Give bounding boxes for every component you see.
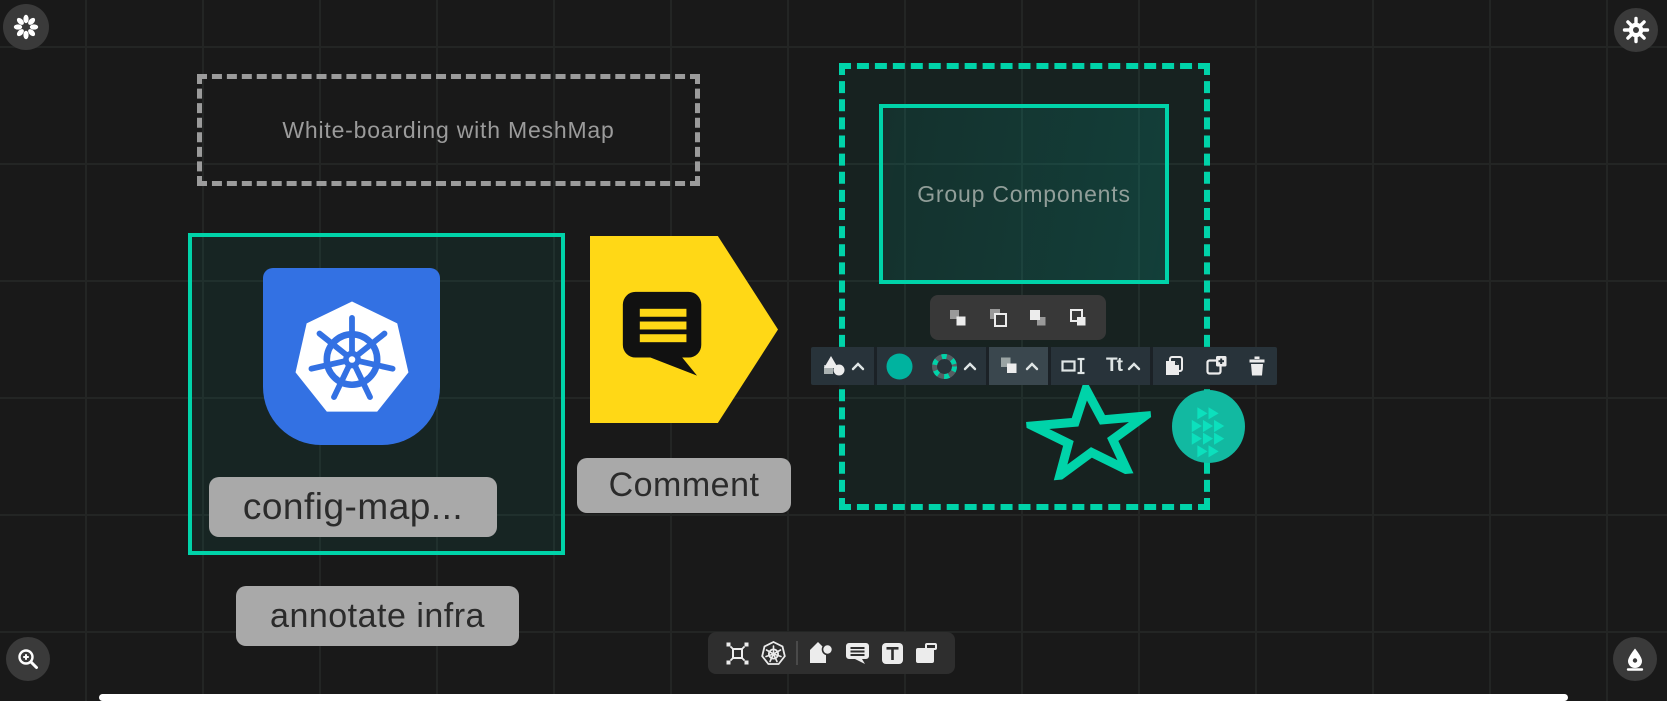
dock-separator xyxy=(796,641,798,665)
meshery-menu-button[interactable] xyxy=(3,4,49,50)
whiteboard-note-text: White-boarding with MeshMap xyxy=(282,117,614,144)
settings-gear-icon xyxy=(1622,16,1650,44)
resize-width-icon xyxy=(1060,355,1088,377)
delete-button[interactable] xyxy=(1237,347,1277,385)
speech-bubble-icon xyxy=(608,277,714,383)
text-tool-button[interactable] xyxy=(881,642,904,665)
chevron-up-icon xyxy=(1127,362,1141,371)
settings-button[interactable] xyxy=(1614,8,1658,52)
fill-color-button[interactable] xyxy=(877,347,922,385)
meshery-logo-icon xyxy=(13,14,39,40)
bring-forward-icon[interactable] xyxy=(1066,306,1090,330)
pen-ink-icon xyxy=(1623,647,1647,671)
kubernetes-logo-icon xyxy=(289,294,415,420)
layers-icon xyxy=(998,355,1020,377)
meshmap-whiteboard-canvas[interactable]: { "app": { "name": "MeshMap Whiteboard" … xyxy=(0,0,1667,701)
annotate-infra-text: annotate infra xyxy=(270,597,485,636)
chevron-up-icon xyxy=(1025,362,1039,371)
trash-icon xyxy=(1246,355,1268,377)
layer-order-button[interactable] xyxy=(989,347,1048,385)
fill-color-swatch-icon xyxy=(886,353,913,380)
infrastructure-designer-button[interactable] xyxy=(725,641,750,666)
chevron-up-icon xyxy=(963,362,977,371)
whiteboard-note-box[interactable]: White-boarding with MeshMap xyxy=(197,74,700,186)
comment-label-text: Comment xyxy=(609,466,760,505)
kubernetes-wheel-icon xyxy=(761,641,786,666)
group-components-label: Group Components xyxy=(917,181,1131,208)
copy-icon xyxy=(1162,354,1186,378)
zoom-in-icon xyxy=(16,647,40,671)
duplicate-button[interactable] xyxy=(1195,347,1237,385)
sticky-note-icon xyxy=(914,642,938,665)
comment-label[interactable]: Comment xyxy=(577,458,791,513)
bottom-tool-dock xyxy=(708,632,955,674)
shapes-cluster-icon xyxy=(820,355,846,377)
text-style-button[interactable]: Tt xyxy=(1097,347,1150,385)
chevron-up-icon xyxy=(851,362,865,371)
infrastructure-circuit-icon xyxy=(725,641,750,666)
node-label-text: config-map... xyxy=(243,486,463,528)
zoom-button[interactable] xyxy=(6,637,50,681)
bring-to-front-icon[interactable] xyxy=(986,306,1010,330)
freehand-draw-button[interactable] xyxy=(1613,637,1657,681)
layer5-hex-circle-shape[interactable] xyxy=(1172,390,1245,463)
kubernetes-config-map-shape[interactable] xyxy=(263,268,440,445)
layer-order-popup xyxy=(930,295,1106,340)
send-to-back-icon[interactable] xyxy=(1026,306,1050,330)
shape-picker-button[interactable] xyxy=(811,347,874,385)
comment-shape[interactable] xyxy=(590,236,778,423)
send-backward-icon[interactable] xyxy=(946,306,970,330)
group-components-box[interactable]: Group Components xyxy=(879,104,1169,284)
text-tool-icon xyxy=(881,642,904,665)
kubernetes-tool-button[interactable] xyxy=(761,641,786,666)
horizontal-scrollbar[interactable] xyxy=(99,694,1568,701)
sticky-note-tool-button[interactable] xyxy=(914,642,938,665)
resize-width-button[interactable] xyxy=(1051,347,1097,385)
shapes-tool-icon xyxy=(809,641,834,665)
border-style-button[interactable] xyxy=(922,347,986,385)
copy-button[interactable] xyxy=(1153,347,1195,385)
duplicate-plus-icon xyxy=(1204,354,1228,378)
comment-tool-button[interactable] xyxy=(845,641,870,665)
context-toolbar: Tt xyxy=(811,347,1277,385)
star-outline-shape[interactable] xyxy=(1023,378,1156,483)
text-style-icon: Tt xyxy=(1106,355,1122,377)
shapes-tool-button[interactable] xyxy=(809,641,834,665)
node-label-config-map[interactable]: config-map... xyxy=(209,477,497,537)
dashed-border-circle-icon xyxy=(931,353,958,380)
comment-tool-icon xyxy=(845,641,870,665)
annotate-infra-label[interactable]: annotate infra xyxy=(236,586,519,646)
